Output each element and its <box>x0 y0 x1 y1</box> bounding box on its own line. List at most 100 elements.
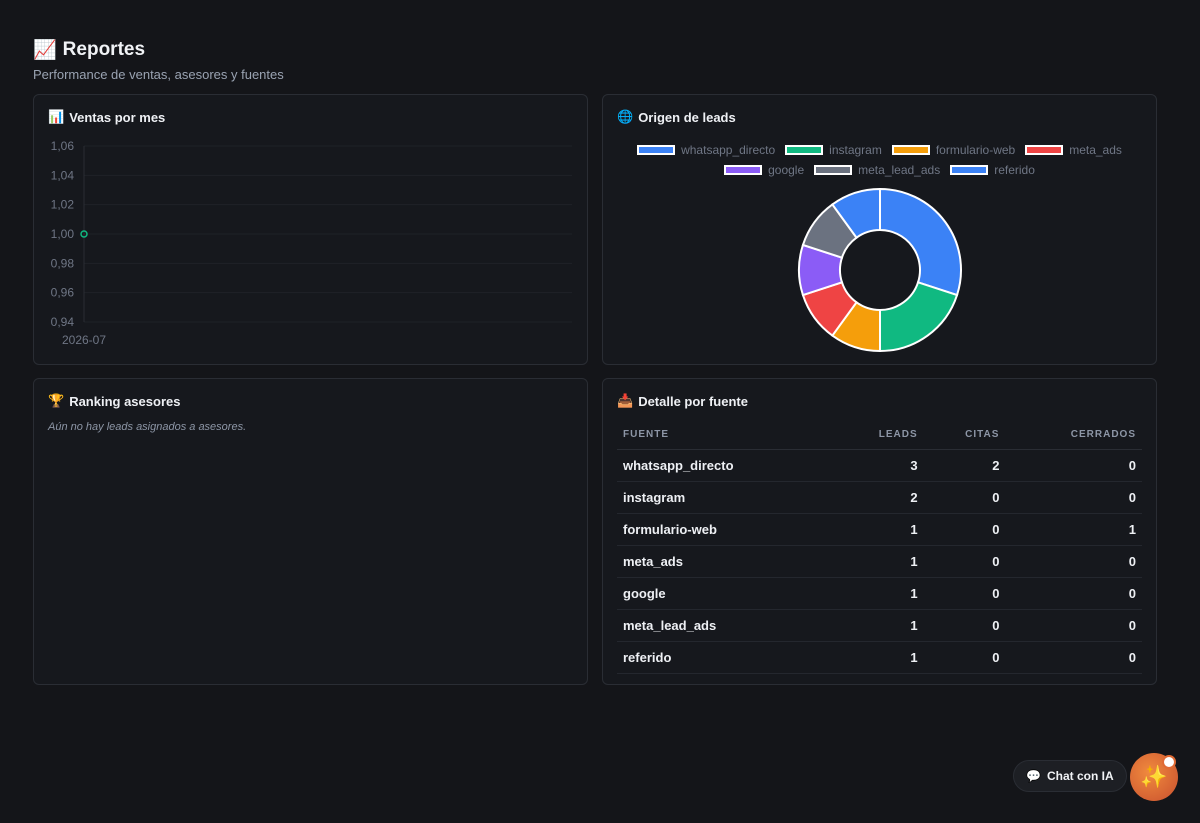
chat-button-label: Chat con IA <box>1046 769 1114 783</box>
table-row: google 1 0 0 <box>617 577 1142 610</box>
card-title-text: Origen de leads <box>638 109 736 125</box>
legend-item[interactable]: referido <box>950 163 1035 177</box>
legend-item[interactable]: google <box>724 163 804 177</box>
trophy-icon: 🏆 <box>48 393 65 408</box>
legend-item[interactable]: whatsapp_directo <box>637 143 775 157</box>
sales-by-month-card: 📊 Ventas por mes 1,06 1,04 1,02 1,00 0,98 0,9… <box>33 94 588 365</box>
table-row: meta_ads 1 0 0 <box>617 545 1142 578</box>
legend-swatch <box>1025 145 1064 155</box>
leads-cell: 1 <box>833 577 924 610</box>
leads-cell: 1 <box>833 513 924 546</box>
legend-label: instagram <box>829 143 882 157</box>
y-tick-label: 0,96 <box>51 286 75 300</box>
closed-cell: 0 <box>1005 481 1142 514</box>
legend-label: meta_lead_ads <box>858 163 941 177</box>
notification-dot <box>1162 755 1176 769</box>
appointments-cell: 0 <box>923 545 1006 578</box>
chart-up-icon: 📈 <box>33 40 57 61</box>
legend-label: meta_ads <box>1069 143 1122 157</box>
column-header-appointments: CITAS <box>923 419 1006 450</box>
source-detail-card: 📥 Detalle por fuente FUENTE LEADS CITAS … <box>602 378 1157 685</box>
page-title-text: Reportes <box>62 39 146 60</box>
inbox-tray-icon: 📥 <box>617 393 634 408</box>
leads-cell: 1 <box>833 641 924 674</box>
table-row: whatsapp_directo 3 2 0 <box>617 449 1142 482</box>
closed-cell: 0 <box>1005 577 1142 610</box>
reports-page: 📈 Reportes Performance de ventas, asesor… <box>0 0 1200 823</box>
column-header-closed: CERRADOS <box>1005 419 1142 450</box>
advisor-ranking-card: 🏆 Ranking asesores Aún no hay leads asig… <box>33 378 588 685</box>
appointments-cell: 0 <box>923 641 1006 674</box>
sales-line-chart: 1,06 1,04 1,02 1,00 0,98 0,96 0,94 2026-07 <box>51 139 572 347</box>
legend-swatch <box>950 165 989 175</box>
card-title: 🌐 Origen de leads <box>617 109 736 125</box>
table-row: instagram 2 0 0 <box>617 481 1142 514</box>
closed-cell: 0 <box>1005 449 1142 482</box>
source-cell: meta_ads <box>617 545 834 578</box>
chat-with-ai-button[interactable]: 💬 Chat con IA <box>1013 760 1127 792</box>
legend-swatch <box>891 145 930 155</box>
legend-label: whatsapp_directo <box>681 143 776 157</box>
y-tick-label: 0,98 <box>51 256 75 270</box>
legend-item[interactable]: instagram <box>785 143 882 157</box>
closed-cell: 0 <box>1005 609 1142 642</box>
speech-bubble-icon: 💬 <box>1026 769 1041 783</box>
empty-state-text: Aún no hay leads asignados a asesores. <box>48 421 247 433</box>
source-cell: formulario-web <box>617 513 834 546</box>
card-title-text: Ranking asesores <box>69 393 181 409</box>
source-cell: whatsapp_directo <box>617 449 834 482</box>
source-cell: meta_lead_ads <box>617 609 834 642</box>
donut-slice <box>879 187 962 297</box>
appointments-cell: 2 <box>923 449 1006 482</box>
donut-slice <box>801 281 858 337</box>
column-header-leads: LEADS <box>833 419 924 450</box>
y-tick-label: 0,94 <box>51 315 75 329</box>
y-tick-label: 1,06 <box>51 139 75 153</box>
appointments-cell: 0 <box>923 609 1006 642</box>
donut-slice <box>798 243 844 297</box>
sparkles-icon: ✨ <box>1140 764 1168 789</box>
page-subtitle: Performance de ventas, asesores y fuente… <box>33 67 284 82</box>
table-row: meta_lead_ads 1 0 0 <box>617 609 1142 642</box>
source-cell: instagram <box>617 481 834 514</box>
appointments-cell: 0 <box>923 577 1006 610</box>
appointments-cell: 0 <box>923 481 1006 514</box>
y-tick-label: 1,02 <box>51 198 75 212</box>
donut-slice <box>830 300 881 353</box>
legend-swatch <box>637 145 676 155</box>
card-title: 📥 Detalle por fuente <box>617 393 748 409</box>
page-title: 📈 Reportes <box>33 38 284 62</box>
card-title-text: Detalle por fuente <box>638 393 748 409</box>
leads-cell: 1 <box>833 609 924 642</box>
table-row: referido 1 0 0 <box>617 641 1142 674</box>
closed-cell: 0 <box>1005 641 1142 674</box>
y-tick-label: 1,04 <box>51 168 75 182</box>
table-header-row: FUENTE LEADS CITAS CERRADOS <box>617 419 1142 450</box>
globe-icon: 🌐 <box>617 109 634 124</box>
source-cell: google <box>617 577 834 610</box>
closed-cell: 0 <box>1005 545 1142 578</box>
lead-origin-card: 🌐 Origen de leads whatsapp_directo instag… <box>602 94 1157 365</box>
chart-legend: whatsapp_directo instagram formulario-web m… <box>603 143 1156 177</box>
table-row: formulario-web 1 0 1 <box>617 513 1142 546</box>
legend-label: formulario-web <box>935 143 1016 157</box>
page-header: 📈 Reportes Performance de ventas, asesor… <box>33 38 284 82</box>
y-tick-label: 1,00 <box>51 227 75 241</box>
card-title: 🏆 Ranking asesores <box>48 393 180 409</box>
ai-assistant-fab[interactable]: ✨ <box>1130 753 1178 801</box>
donut-slice <box>830 187 881 240</box>
source-cell: referido <box>617 641 834 674</box>
legend-item[interactable]: formulario-web <box>891 143 1016 157</box>
legend-swatch <box>724 165 763 175</box>
leads-cell: 1 <box>833 545 924 578</box>
closed-cell: 1 <box>1005 513 1142 546</box>
source-detail-table: FUENTE LEADS CITAS CERRADOS whatsapp_dir… <box>617 419 1142 674</box>
legend-item[interactable]: meta_lead_ads <box>814 163 940 177</box>
donut-slice <box>801 203 858 259</box>
legend-swatch <box>785 145 824 155</box>
legend-item[interactable]: meta_ads <box>1025 143 1122 157</box>
leads-cell: 3 <box>833 449 924 482</box>
lead-origin-donut-chart <box>798 187 962 353</box>
appointments-cell: 0 <box>923 513 1006 546</box>
column-header-source: FUENTE <box>617 419 834 450</box>
